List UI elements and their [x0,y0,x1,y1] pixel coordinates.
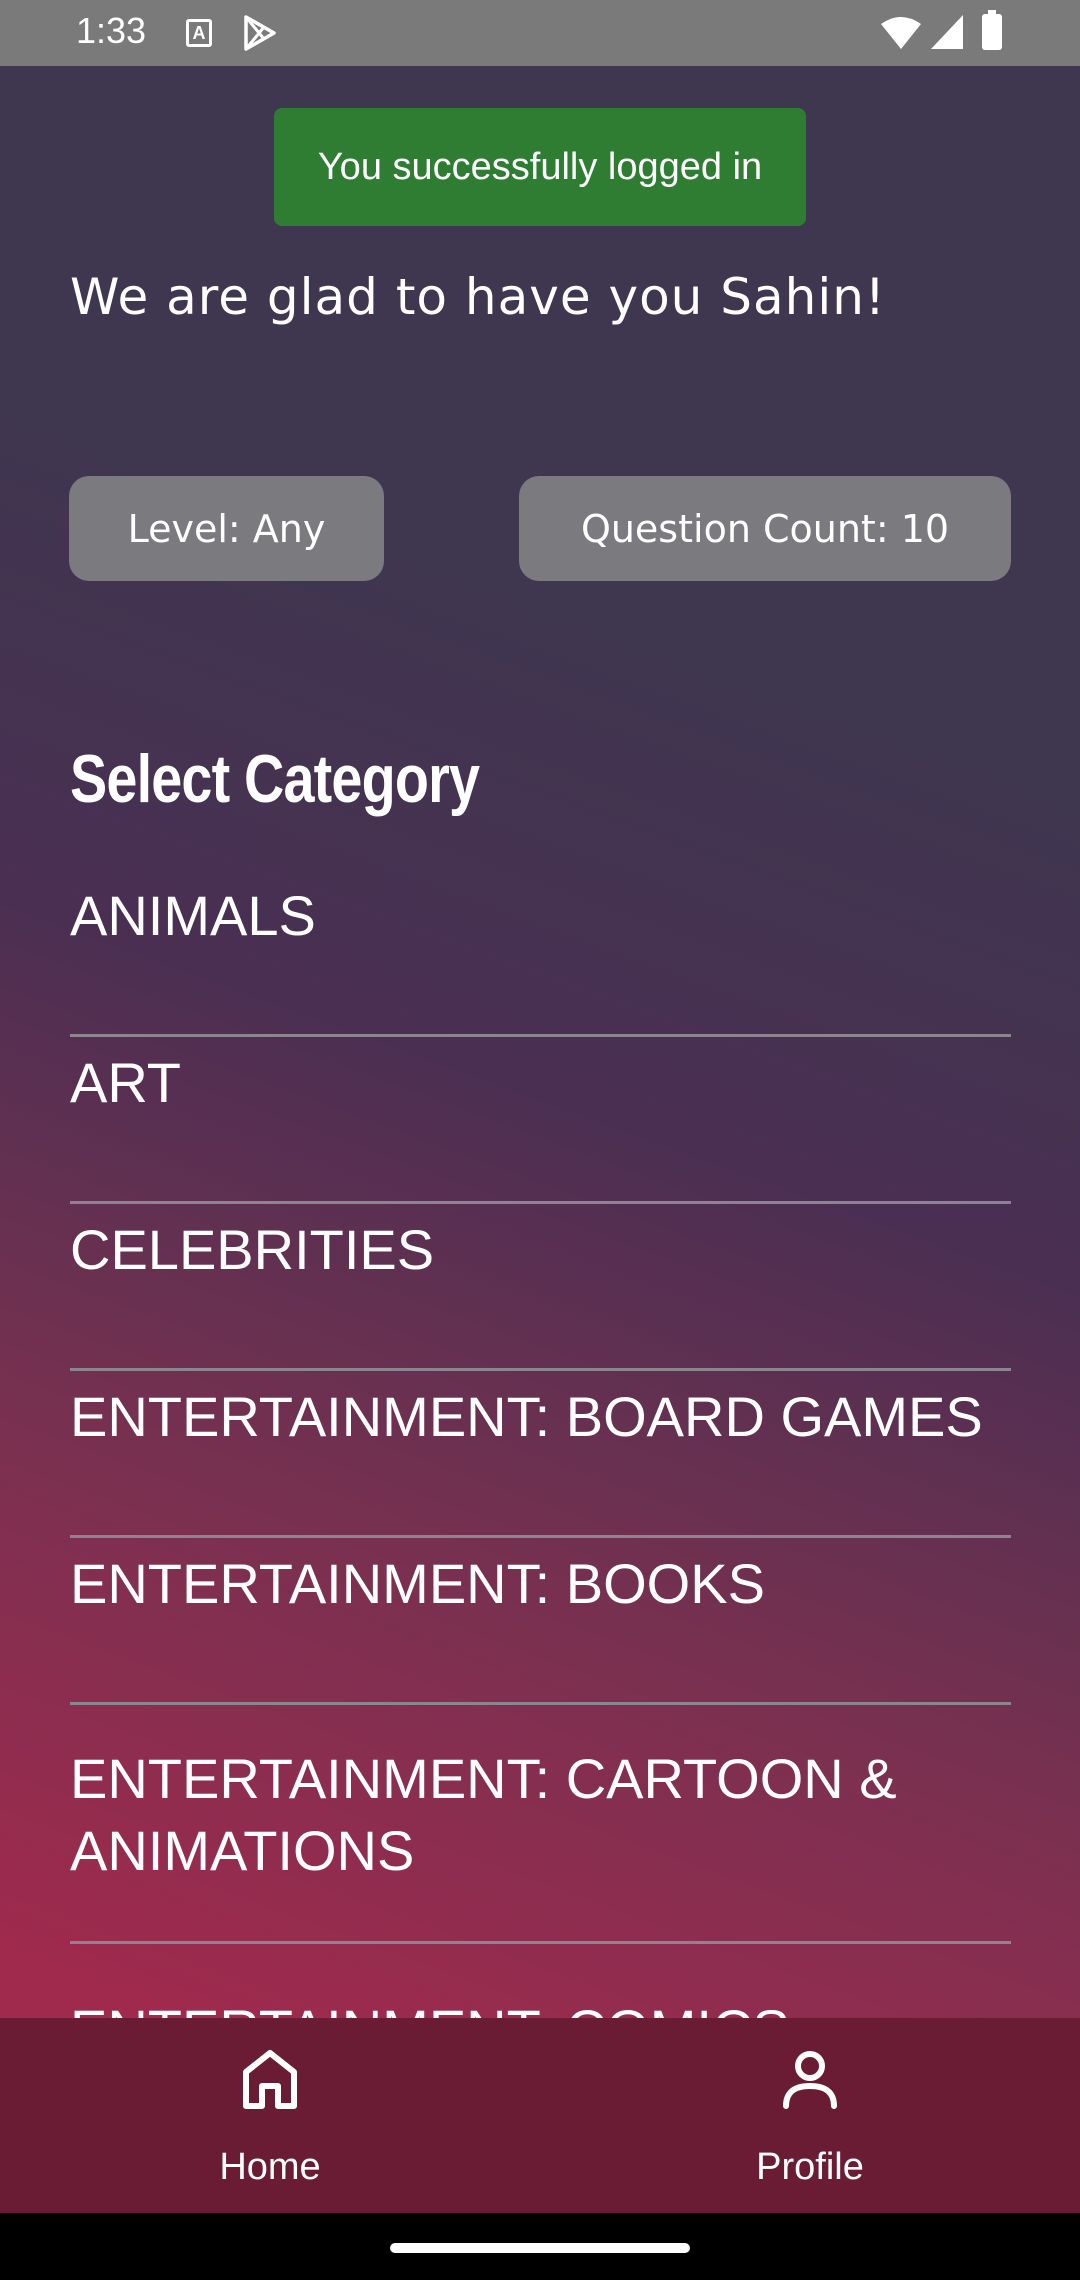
login-success-toast: You successfully logged in [274,108,806,226]
battery-icon [982,10,1002,50]
category-item-celebrities[interactable]: CELEBRITIES [70,1204,1011,1371]
gesture-handle[interactable] [390,2243,690,2253]
section-title: Select Category [70,741,480,817]
nav-profile-label: Profile [756,2146,864,2188]
nav-home-label: Home [219,2146,321,2188]
person-icon [783,2051,837,2109]
home-icon [243,2050,297,2109]
app-notification-icon: A [186,19,212,47]
question-count-button[interactable]: Question Count: 10 [519,476,1011,581]
app-screen: 1:33 A You successfully logged in We are… [0,0,1080,2280]
welcome-message: We are glad to have you Sahin! [70,268,886,326]
bottom-navigation: Home Profile [0,2018,1080,2213]
nav-home[interactable]: Home [0,2018,540,2213]
status-time: 1:33 [76,10,147,51]
category-item-board-games[interactable]: ENTERTAINMENT: BOARD GAMES [70,1371,1011,1538]
category-item-art[interactable]: ART [70,1037,1011,1204]
play-store-icon [244,15,276,51]
signal-icon [931,15,963,49]
gesture-navigation-area [0,2213,1080,2280]
wifi-icon [881,17,921,49]
level-select-button[interactable]: Level: Any [69,476,384,581]
category-item-animals[interactable]: ANIMALS [70,870,1011,1037]
category-list: ANIMALS ART CELEBRITIES ENTERTAINMENT: B… [70,870,1011,2111]
category-item-books[interactable]: ENTERTAINMENT: BOOKS [70,1538,1011,1705]
category-item-cartoon-animations[interactable]: ENTERTAINMENT: CARTOON & ANIMATIONS [70,1705,1011,1944]
status-bar: 1:33 A [0,0,1080,66]
nav-profile[interactable]: Profile [540,2018,1080,2213]
